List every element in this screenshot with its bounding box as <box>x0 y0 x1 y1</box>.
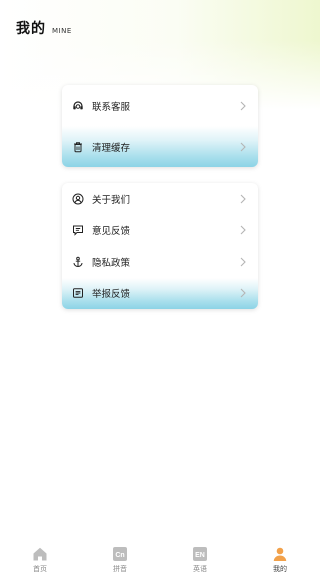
chevron-right-icon <box>240 101 246 111</box>
person-icon <box>272 546 288 562</box>
user-circle-icon <box>72 193 84 205</box>
report-icon <box>72 287 84 299</box>
feedback-icon <box>72 224 84 236</box>
menu-item-privacy-policy[interactable]: 隐私政策 <box>62 246 258 278</box>
privacy-icon <box>72 256 84 268</box>
tab-english[interactable]: EN 英语 <box>160 544 240 580</box>
headset-icon <box>72 100 84 112</box>
bottom-tab-bar: 首页 Cn 拼音 EN 英语 我的 <box>0 544 320 580</box>
tab-label: 我的 <box>273 565 287 573</box>
menu-item-about-us[interactable]: 关于我们 <box>62 183 258 215</box>
menu-item-label: 意见反馈 <box>92 226 131 238</box>
trash-icon <box>72 141 84 153</box>
tab-mine[interactable]: 我的 <box>240 544 320 580</box>
chevron-right-icon <box>240 194 246 204</box>
cn-icon: Cn <box>112 546 128 562</box>
tab-label: 拼音 <box>113 565 127 573</box>
page-subtitle: MINE <box>52 27 72 35</box>
menu-item-label: 清理缓存 <box>92 142 131 154</box>
page-header: 我的 MINE <box>16 18 72 38</box>
en-icon: EN <box>192 546 208 562</box>
chevron-right-icon <box>240 288 246 298</box>
cn-glyph: Cn <box>115 552 124 559</box>
tab-label: 英语 <box>193 565 207 573</box>
menu-item-label: 关于我们 <box>92 194 131 206</box>
menu-item-label: 联系客服 <box>92 101 131 113</box>
tab-home[interactable]: 首页 <box>0 544 80 580</box>
page-title: 我的 <box>16 21 46 37</box>
menu-item-contact-support[interactable]: 联系客服 <box>62 85 258 126</box>
en-glyph: EN <box>195 552 205 559</box>
menu-item-label: 举报反馈 <box>92 289 131 301</box>
settings-card-service: 联系客服 清理缓存 <box>62 85 258 167</box>
chevron-right-icon <box>240 257 246 267</box>
settings-card-info: 关于我们 意见反馈 隐私政策 举报反馈 <box>62 183 258 309</box>
home-icon <box>32 546 48 562</box>
menu-item-feedback[interactable]: 意见反馈 <box>62 215 258 247</box>
menu-item-clear-cache[interactable]: 清理缓存 <box>62 126 258 167</box>
tab-pinyin[interactable]: Cn 拼音 <box>80 544 160 580</box>
chevron-right-icon <box>240 225 246 235</box>
menu-item-report-feedback[interactable]: 举报反馈 <box>62 277 258 309</box>
menu-item-label: 隐私政策 <box>92 257 131 269</box>
tab-label: 首页 <box>33 565 47 573</box>
chevron-right-icon <box>240 142 246 152</box>
